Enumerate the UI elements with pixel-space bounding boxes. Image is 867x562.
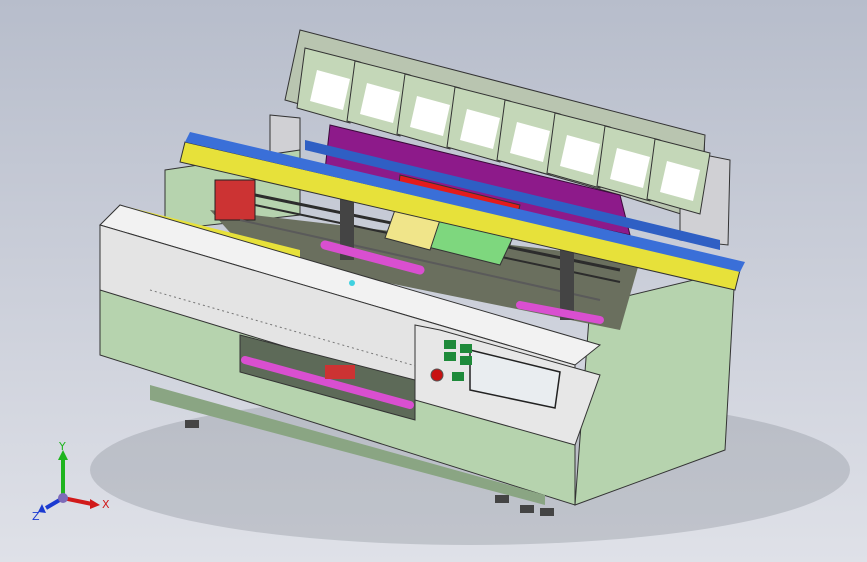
emergency-stop-button bbox=[430, 368, 444, 382]
triad-y-label: Y bbox=[58, 440, 66, 453]
foot-right bbox=[540, 508, 554, 516]
foot-front-right bbox=[520, 505, 534, 513]
panel-button-2 bbox=[460, 344, 472, 353]
machine-3d-model[interactable] bbox=[0, 0, 867, 562]
cover-indicator bbox=[349, 280, 355, 286]
triad-x-arrow bbox=[90, 499, 100, 509]
panel-button-3 bbox=[444, 352, 456, 361]
cad-viewport[interactable]: Y X Z bbox=[0, 0, 867, 562]
panel-button-5 bbox=[452, 372, 464, 381]
foot-front-left bbox=[185, 420, 199, 428]
foot-mid bbox=[495, 495, 509, 503]
panel-button-4 bbox=[460, 356, 472, 365]
panel-button-1 bbox=[444, 340, 456, 349]
triad-origin bbox=[58, 493, 68, 503]
coordinate-triad: Y X Z bbox=[32, 440, 110, 523]
front-slider-block bbox=[325, 365, 355, 379]
triad-x-label: X bbox=[102, 498, 110, 511]
triad-z-label: Z bbox=[32, 510, 40, 523]
left-drive-block bbox=[214, 179, 256, 221]
